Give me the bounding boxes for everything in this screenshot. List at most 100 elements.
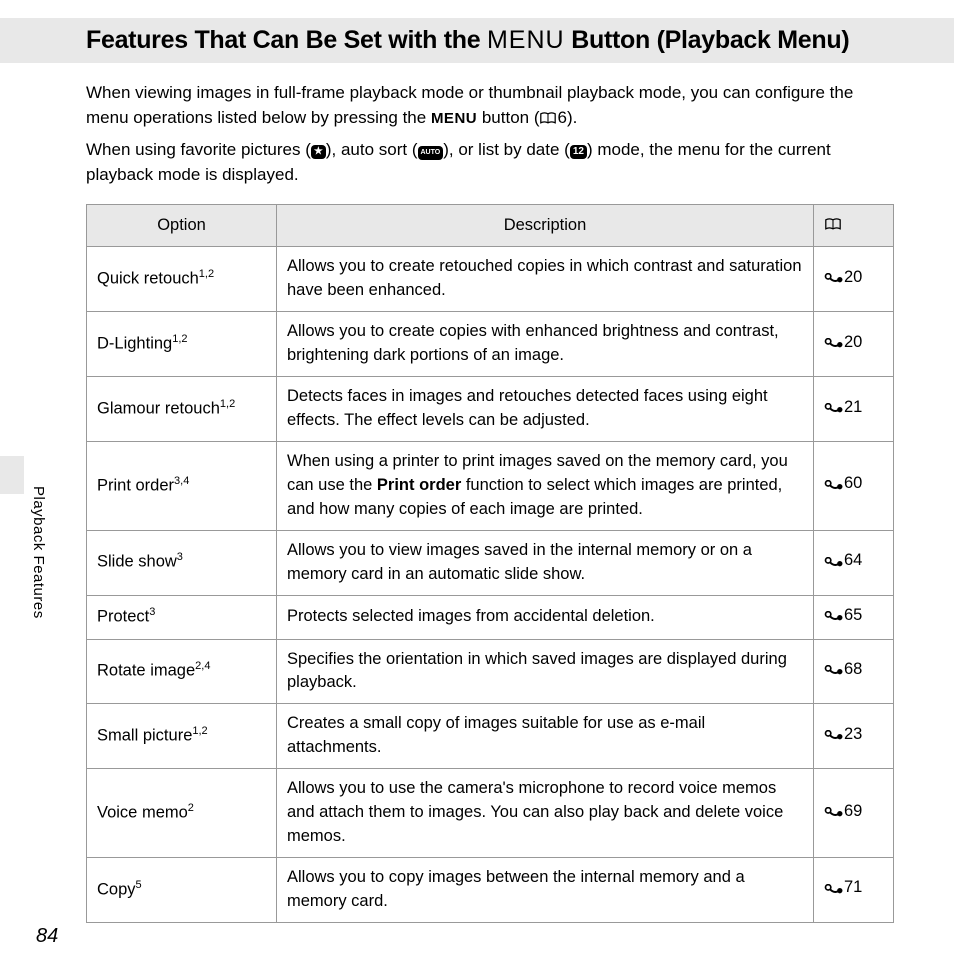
reference-cell: 65 bbox=[814, 595, 894, 639]
bold-term: Print order bbox=[377, 476, 461, 494]
option-footnote: 1,2 bbox=[192, 725, 207, 737]
reference-cell: 69 bbox=[814, 769, 894, 858]
reference-cell: 60 bbox=[814, 442, 894, 531]
header-reference bbox=[814, 204, 894, 247]
option-name: D-Lighting bbox=[97, 335, 172, 353]
option-footnote: 5 bbox=[136, 879, 142, 891]
page-header: Features That Can Be Set with the MENU B… bbox=[0, 18, 954, 63]
table-row: Print order3,4When using a printer to pr… bbox=[87, 442, 894, 531]
reference-number: 68 bbox=[844, 660, 862, 678]
intro-text: ). bbox=[567, 108, 577, 127]
reference-icon bbox=[824, 803, 844, 827]
reference-cell: 20 bbox=[814, 312, 894, 377]
description-cell: When using a printer to print images sav… bbox=[277, 442, 814, 531]
table-row: Glamour retouch1,2Detects faces in image… bbox=[87, 377, 894, 442]
description-cell: Creates a small copy of images suitable … bbox=[277, 704, 814, 769]
option-cell: Copy5 bbox=[87, 858, 277, 923]
intro-ref-num: 6 bbox=[557, 108, 566, 127]
description-cell: Detects faces in images and retouches de… bbox=[277, 377, 814, 442]
table-row: Small picture1,2 Creates a small copy of … bbox=[87, 704, 894, 769]
option-footnote: 1,2 bbox=[172, 333, 187, 345]
header-description: Description bbox=[277, 204, 814, 247]
option-cell: D-Lighting1,2 bbox=[87, 312, 277, 377]
description-cell: Allows you to create copies with enhance… bbox=[277, 312, 814, 377]
auto-sort-icon: AUTO bbox=[418, 146, 444, 160]
reference-icon bbox=[824, 607, 844, 631]
reference-cell: 23 bbox=[814, 704, 894, 769]
reference-number: 65 bbox=[844, 606, 862, 624]
reference-icon bbox=[824, 661, 844, 685]
description-cell: Allows you to copy images between the in… bbox=[277, 858, 814, 923]
table-row: D-Lighting1,2Allows you to create copies… bbox=[87, 312, 894, 377]
option-name: Quick retouch bbox=[97, 270, 199, 288]
reference-icon bbox=[824, 726, 844, 750]
reference-number: 23 bbox=[844, 725, 862, 743]
table-row: Protect3Protects selected images from ac… bbox=[87, 595, 894, 639]
description-cell: Specifies the orientation in which saved… bbox=[277, 639, 814, 704]
intro-paragraph-1: When viewing images in full-frame playba… bbox=[86, 81, 894, 132]
intro-text: ), auto sort ( bbox=[326, 140, 418, 159]
option-cell: Print order3,4 bbox=[87, 442, 277, 531]
reference-number: 64 bbox=[844, 551, 862, 569]
side-section-label: Playback Features bbox=[30, 486, 47, 619]
reference-cell: 71 bbox=[814, 858, 894, 923]
side-tab bbox=[0, 456, 24, 494]
options-table: Option Description Quick retouch1,2Allow… bbox=[86, 204, 894, 923]
table-header-row: Option Description bbox=[87, 204, 894, 247]
option-footnote: 3,4 bbox=[174, 475, 189, 487]
reference-icon bbox=[824, 399, 844, 423]
table-row: Slide show3Allows you to view images sav… bbox=[87, 530, 894, 595]
reference-icon bbox=[824, 269, 844, 293]
reference-number: 71 bbox=[844, 878, 862, 896]
page-title: Features That Can Be Set with the MENU B… bbox=[86, 26, 934, 55]
intro-text: button ( bbox=[477, 108, 539, 127]
reference-cell: 68 bbox=[814, 639, 894, 704]
intro-text: When using favorite pictures ( bbox=[86, 140, 311, 159]
intro-paragraph-2: When using favorite pictures (★), auto s… bbox=[86, 138, 894, 187]
page-number: 84 bbox=[36, 925, 58, 948]
option-footnote: 1,2 bbox=[220, 398, 235, 410]
reference-number: 21 bbox=[844, 398, 862, 416]
option-cell: Voice memo2 bbox=[87, 769, 277, 858]
table-row: Quick retouch1,2 Allows you to create ret… bbox=[87, 247, 894, 312]
option-footnote: 2,4 bbox=[195, 660, 210, 672]
option-name: Protect bbox=[97, 607, 149, 625]
option-footnote: 3 bbox=[149, 606, 155, 618]
title-menu-word: MENU bbox=[487, 26, 565, 54]
header-option: Option bbox=[87, 204, 277, 247]
content-body: When viewing images in full-frame playba… bbox=[0, 63, 954, 923]
reference-icon bbox=[824, 879, 844, 903]
option-cell: Rotate image2,4 bbox=[87, 639, 277, 704]
book-icon bbox=[824, 215, 842, 239]
reference-cell: 21 bbox=[814, 377, 894, 442]
reference-number: 60 bbox=[844, 474, 862, 492]
book-icon bbox=[539, 108, 557, 133]
description-cell: Allows you to create retouched copies in… bbox=[277, 247, 814, 312]
favorite-icon: ★ bbox=[311, 145, 326, 159]
table-row: Rotate image2,4Specifies the orientation… bbox=[87, 639, 894, 704]
reference-cell: 20 bbox=[814, 247, 894, 312]
reference-number: 20 bbox=[844, 268, 862, 286]
option-cell: Glamour retouch1,2 bbox=[87, 377, 277, 442]
description-cell: Allows you to view images saved in the i… bbox=[277, 530, 814, 595]
date-icon: 12 bbox=[570, 145, 587, 159]
option-footnote: 2 bbox=[188, 802, 194, 814]
option-name: Copy bbox=[97, 880, 136, 898]
description-cell: Protects selected images from accidental… bbox=[277, 595, 814, 639]
option-cell: Protect3 bbox=[87, 595, 277, 639]
option-footnote: 1,2 bbox=[199, 268, 214, 280]
reference-number: 69 bbox=[844, 802, 862, 820]
table-row: Copy5Allows you to copy images between t… bbox=[87, 858, 894, 923]
option-name: Print order bbox=[97, 476, 174, 494]
reference-icon bbox=[824, 552, 844, 576]
title-pre: Features That Can Be Set with the bbox=[86, 26, 487, 54]
option-footnote: 3 bbox=[177, 551, 183, 563]
table-row: Voice memo2Allows you to use the camera'… bbox=[87, 769, 894, 858]
intro-text: ), or list by date ( bbox=[443, 140, 570, 159]
option-name: Glamour retouch bbox=[97, 399, 220, 417]
reference-cell: 64 bbox=[814, 530, 894, 595]
option-name: Rotate image bbox=[97, 662, 195, 680]
description-cell: Allows you to use the camera's microphon… bbox=[277, 769, 814, 858]
reference-number: 20 bbox=[844, 333, 862, 351]
option-name: Small picture bbox=[97, 727, 192, 745]
